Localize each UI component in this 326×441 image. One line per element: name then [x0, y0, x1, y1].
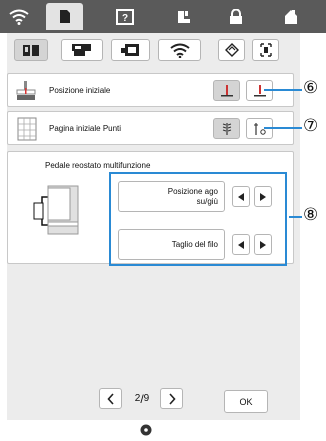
- settings-panel: Posizione iniziale Pagina iniziale Punti: [7, 33, 300, 420]
- stitch-page-label: Pagina iniziale Punti: [49, 124, 122, 133]
- pedal-option-needle-up-down[interactable]: Posizione ago su/giù: [118, 181, 225, 212]
- sewing-icon: [177, 10, 190, 23]
- stitch-list-icon: [222, 122, 231, 135]
- arrow-right-icon: [260, 192, 266, 201]
- bottom-bar: [0, 420, 326, 441]
- page-total: 9: [143, 393, 150, 404]
- subtab-wifi[interactable]: [158, 39, 201, 61]
- subtab-general[interactable]: [14, 39, 48, 61]
- initial-position-option-down[interactable]: [213, 80, 240, 101]
- pedal-option-2-label: Taglio del filo: [171, 240, 218, 249]
- diamond-icon: [224, 43, 239, 57]
- previous-page-button[interactable]: [99, 388, 122, 409]
- pedal-option-thread-cut[interactable]: Taglio del filo: [118, 229, 225, 260]
- home-tab[interactable]: [272, 3, 309, 30]
- chevron-right-icon: [168, 392, 176, 405]
- machine-status-icon: [140, 424, 152, 436]
- pedal-option-2-next-button[interactable]: [254, 234, 272, 255]
- stitch-page-row: Pagina iniziale Punti: [7, 111, 294, 145]
- page-indicator: 2/9: [134, 391, 150, 406]
- lock-tab[interactable]: [217, 3, 254, 30]
- callout-7: ⑦: [303, 116, 319, 136]
- initial-position-label: Posizione iniziale: [49, 86, 111, 95]
- pedal-diagram: [33, 185, 79, 235]
- subtab-embroidery[interactable]: [111, 39, 150, 61]
- frame-icon: [259, 43, 272, 57]
- callout-6: ⑥: [303, 78, 319, 98]
- arrow-right-icon: [260, 240, 266, 249]
- arrow-left-icon: [238, 240, 244, 249]
- embroidery-icon: [120, 44, 139, 56]
- callout-6-line: [264, 89, 302, 91]
- pedal-option-1-prev-button[interactable]: [232, 186, 250, 207]
- callout-8-line: [289, 216, 302, 218]
- svg-text:?: ?: [121, 13, 127, 24]
- subtab-diamond[interactable]: [218, 39, 245, 61]
- lock-icon: [229, 8, 242, 24]
- wifi-icon: [8, 9, 29, 25]
- book-icon: [23, 45, 39, 56]
- document-icon: [59, 10, 70, 23]
- callout-7-line: [264, 127, 302, 129]
- arrow-left-icon: [238, 192, 244, 201]
- subtab-machine[interactable]: [61, 39, 103, 61]
- next-page-button[interactable]: [160, 388, 183, 409]
- pedal-title: Pedale reostato multifunzione: [45, 161, 151, 170]
- pedal-option-1-line1: Posizione ago: [167, 186, 218, 196]
- wifi-icon: [169, 43, 190, 58]
- wifi-tab[interactable]: [0, 3, 37, 30]
- needle-down-icon: [220, 84, 233, 96]
- ok-button[interactable]: OK: [224, 390, 268, 413]
- stitch-grid-icon: [17, 117, 37, 141]
- pedal-option-1-next-button[interactable]: [254, 186, 272, 207]
- help-icon: ?: [115, 8, 134, 25]
- help-tab[interactable]: ?: [106, 3, 143, 30]
- sewing-tab[interactable]: [166, 3, 203, 30]
- pedal-option-2-prev-button[interactable]: [232, 234, 250, 255]
- home-icon: [284, 9, 297, 24]
- chevron-left-icon: [106, 392, 114, 405]
- subtab-frame[interactable]: [252, 39, 279, 61]
- callout-8: ⑧: [303, 205, 319, 225]
- machine-icon: [72, 44, 91, 56]
- pedal-option-1-line2: su/giù: [196, 196, 218, 206]
- initial-position-row: Posizione iniziale: [7, 73, 294, 107]
- top-navigation-bar: ?: [0, 0, 326, 33]
- needle-position-icon: [16, 81, 36, 100]
- stitch-page-option-list[interactable]: [213, 118, 240, 139]
- settings-tab[interactable]: [46, 3, 83, 30]
